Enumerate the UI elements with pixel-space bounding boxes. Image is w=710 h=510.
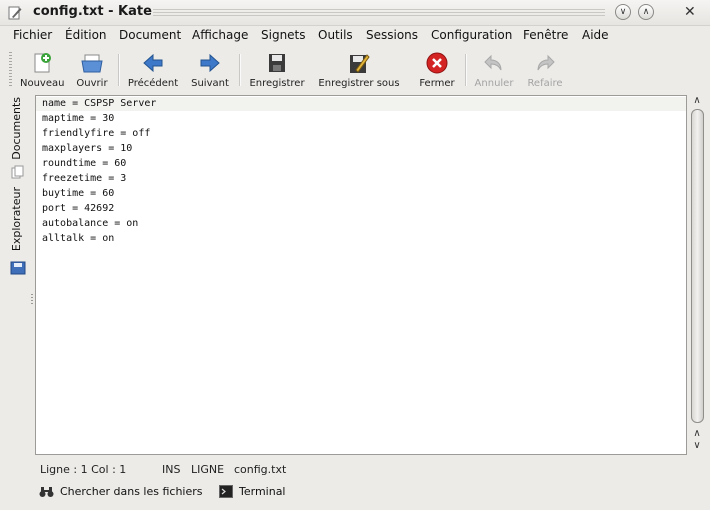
find-in-files-label: Chercher dans les fichiers — [60, 485, 203, 498]
editor-line-5: roundtime = 60 — [42, 158, 127, 169]
terminal-button[interactable]: Terminal — [219, 485, 286, 498]
redo-label: Refaire — [527, 78, 563, 89]
next-button[interactable]: Suivant — [190, 51, 230, 91]
minimize-button[interactable]: ∨ — [615, 4, 631, 20]
editor-line-3: friendlyfire = off — [42, 128, 151, 139]
menu-edition[interactable]: Édition — [65, 28, 107, 42]
editor-line-6: freezetime = 3 — [42, 173, 127, 184]
close-document-label: Fermer — [419, 78, 455, 89]
undo-label: Annuler — [474, 78, 514, 89]
arrow-left-icon — [143, 53, 163, 73]
editor-line-2: maptime = 30 — [42, 113, 115, 124]
save-as-button[interactable]: Enregistrer sous — [317, 51, 401, 91]
previous-button[interactable]: Précédent — [127, 51, 179, 91]
undo-button[interactable]: Annuler — [473, 51, 515, 91]
window-close-button[interactable]: ✕ — [684, 4, 696, 20]
kate-app-icon — [8, 6, 22, 20]
scroll-track[interactable] — [691, 109, 704, 425]
title-decoration — [153, 9, 605, 17]
open-label: Ouvrir — [76, 78, 108, 89]
file-explorer-icon — [10, 261, 26, 275]
save-as-label: Enregistrer sous — [318, 78, 400, 89]
new-document-icon — [34, 53, 51, 73]
panel-resize-handle[interactable] — [31, 294, 33, 304]
terminal-icon — [219, 485, 233, 498]
chevron-up-icon: ∧ — [642, 6, 650, 17]
editor-line-8: port = 42692 — [42, 203, 115, 214]
editor-line-7: buytime = 60 — [42, 188, 115, 199]
menu-fichier[interactable]: Fichier — [13, 28, 52, 42]
scroll-up-arrow-lower[interactable]: ∧ — [690, 428, 704, 440]
save-label: Enregistrer — [249, 78, 305, 89]
save-icon — [269, 54, 285, 72]
main-toolbar: Nouveau Ouvrir Précédent Suivant Enregis… — [0, 48, 710, 92]
new-button[interactable]: Nouveau — [20, 51, 64, 91]
save-button[interactable]: Enregistrer — [248, 51, 306, 91]
vertical-scrollbar[interactable]: ∧ ∧ ∨ — [690, 95, 704, 453]
menu-configuration[interactable]: Configuration — [431, 28, 512, 42]
binoculars-icon — [39, 487, 54, 497]
tab-explorateur[interactable]: Explorateur — [6, 185, 28, 260]
redo-button[interactable]: Refaire — [525, 51, 565, 91]
menu-document[interactable]: Document — [119, 28, 181, 42]
toolbar-separator — [465, 54, 467, 86]
tab-explorateur-label: Explorateur — [10, 187, 23, 252]
find-in-files-button[interactable]: Chercher dans les fichiers — [39, 485, 203, 498]
cursor-position: Ligne : 1 Col : 1 — [40, 463, 127, 476]
menu-sessions[interactable]: Sessions — [366, 28, 418, 42]
selection-mode[interactable]: LIGNE — [191, 463, 224, 476]
scroll-thumb[interactable] — [691, 109, 704, 423]
bottom-toolbar: Chercher dans les fichiers Terminal — [0, 482, 710, 504]
side-panel: Documents Explorateur — [6, 95, 28, 285]
editor-line-9: autobalance = on — [42, 218, 139, 229]
chevron-down-icon: ∨ — [619, 6, 627, 17]
maximize-button[interactable]: ∧ — [638, 4, 654, 20]
undo-icon — [484, 54, 502, 71]
close-icon — [426, 52, 448, 74]
next-label: Suivant — [191, 78, 229, 89]
previous-label: Précédent — [127, 78, 179, 89]
documents-icon — [11, 165, 24, 179]
menu-affichage[interactable]: Affichage — [192, 28, 248, 42]
open-folder-icon — [81, 54, 103, 73]
title-bar: config.txt - Kate ∨ ∧ ✕ — [0, 0, 710, 26]
editor-line-4: maxplayers = 10 — [42, 143, 133, 154]
close-document-button[interactable]: Fermer — [417, 51, 457, 91]
save-as-icon — [350, 54, 370, 73]
tab-documents-label: Documents — [10, 97, 23, 160]
menu-outils[interactable]: Outils — [318, 28, 353, 42]
toolbar-separator — [239, 54, 241, 86]
text-editor[interactable]: name = CSPSP Server maptime = 30 friendl… — [35, 95, 687, 455]
open-button[interactable]: Ouvrir — [75, 51, 109, 91]
menu-fenetre[interactable]: Fenêtre — [523, 28, 568, 42]
tab-documents[interactable]: Documents — [6, 95, 28, 163]
toolbar-separator — [118, 54, 120, 86]
status-filename: config.txt — [234, 463, 287, 476]
redo-icon — [537, 54, 555, 71]
window-title: config.txt - Kate — [33, 4, 152, 19]
menu-signets[interactable]: Signets — [261, 28, 306, 42]
scroll-up-arrow[interactable]: ∧ — [690, 95, 704, 107]
editor-line-1: name = CSPSP Server — [42, 98, 157, 109]
menu-bar: Fichier Édition Document Affichage Signe… — [0, 25, 710, 47]
menu-aide[interactable]: Aide — [582, 28, 609, 42]
terminal-label: Terminal — [239, 485, 286, 498]
new-label: Nouveau — [20, 78, 65, 89]
toolbar-grip[interactable] — [9, 52, 12, 88]
editor-line-10: alltalk = on — [42, 233, 115, 244]
insert-mode[interactable]: INS — [162, 463, 180, 476]
scroll-down-arrow[interactable]: ∨ — [690, 440, 704, 452]
arrow-right-icon — [200, 53, 220, 73]
